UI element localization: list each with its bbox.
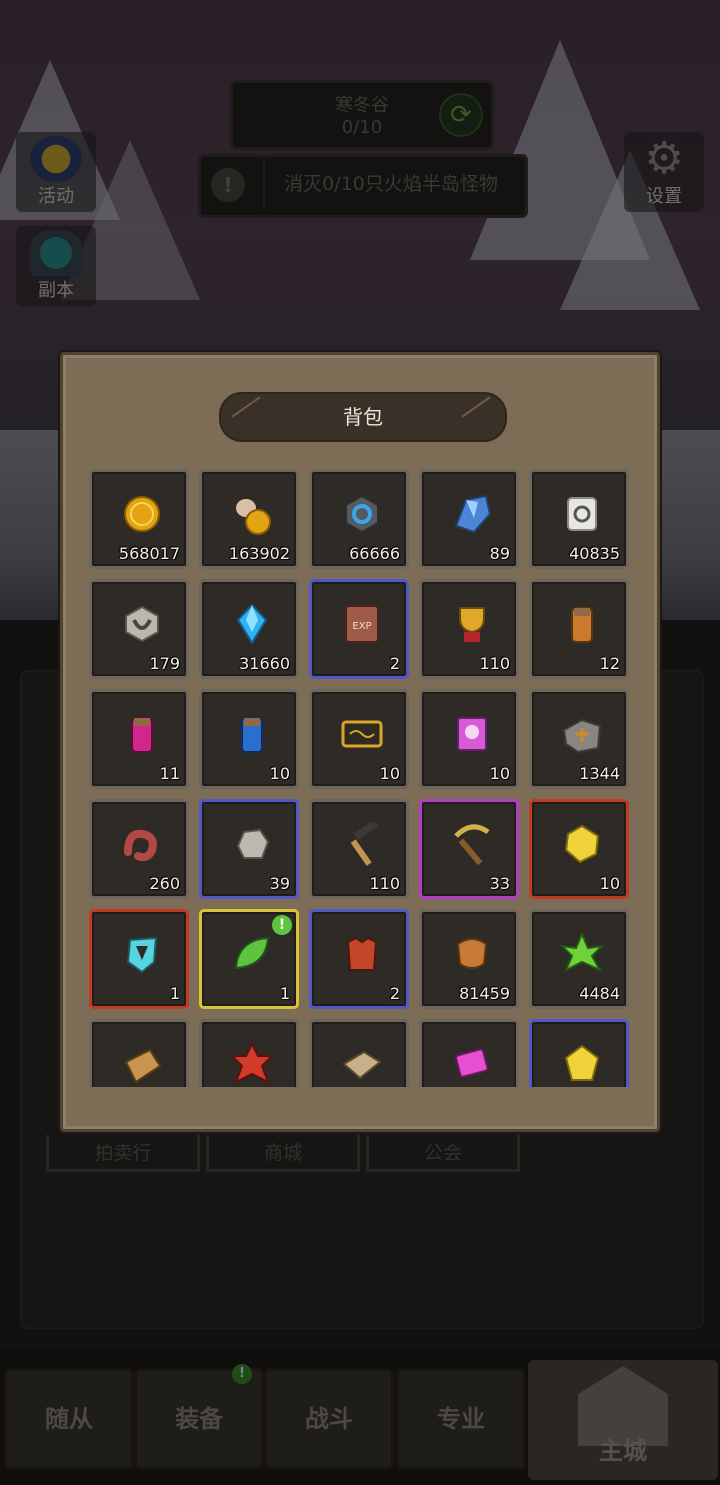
blue-gem-icon	[230, 602, 274, 646]
pickaxe-icon	[450, 822, 494, 866]
bag-slot-scroll[interactable]: 40835	[529, 469, 629, 569]
bag-slot-red-worm[interactable]: 260	[89, 799, 189, 899]
gold-nugget-icon	[560, 822, 604, 866]
coin-pouch-icon	[230, 492, 274, 536]
bag-slot-blue-gem[interactable]: 31660	[199, 579, 299, 679]
stone-rune-icon	[120, 602, 164, 646]
bag-slot-blue-potion[interactable]: 10	[199, 689, 299, 789]
blue-potion-icon	[230, 712, 274, 756]
grey-stone-icon	[230, 822, 274, 866]
orange-potion-icon	[560, 602, 604, 646]
item-count: 10	[489, 764, 510, 783]
exp-book-icon: EXP	[340, 602, 384, 646]
item-count: 2	[389, 654, 400, 673]
bag-slot-grey-stone[interactable]: 39	[199, 799, 299, 899]
yellow-crystal-icon	[560, 1042, 604, 1086]
bag-title: 背包	[343, 405, 383, 429]
item-count: 4484	[579, 984, 620, 1003]
gold-coin-icon	[120, 492, 164, 536]
bag-slot-red-armor[interactable]: 2	[309, 909, 409, 1009]
bag-slot-blue-rune-token[interactable]: 66666	[309, 469, 409, 569]
item-count: 1	[169, 984, 180, 1003]
leather-hide-icon	[450, 932, 494, 976]
item-count: 66666	[349, 544, 400, 563]
item-count: 110	[369, 874, 400, 893]
svg-text:EXP: EXP	[352, 621, 371, 632]
bag-panel: 背包 568017 163902 66666 89 40835 179 31660 EXP 2 1…	[60, 352, 660, 1132]
bag-slot-gold-nugget[interactable]: 10	[529, 799, 629, 899]
bag-slot-pickaxe[interactable]: 33	[419, 799, 519, 899]
bag-slot-wood-plank[interactable]	[89, 1019, 189, 1087]
item-count: 11	[159, 764, 180, 783]
cloth-scrap-icon	[340, 1042, 384, 1086]
bag-slot-hammer[interactable]: 110	[309, 799, 409, 899]
gold-ticket-icon	[340, 712, 384, 756]
red-armor-icon	[340, 932, 384, 976]
bag-slot-map-fragment[interactable]: 1344	[529, 689, 629, 789]
bag-slot-gold-coin[interactable]: 568017	[89, 469, 189, 569]
wood-plank-icon	[120, 1042, 164, 1086]
bag-slot-yellow-crystal[interactable]	[529, 1019, 629, 1087]
bag-slot-orange-potion[interactable]: 12	[529, 579, 629, 679]
item-count: 260	[149, 874, 180, 893]
item-count: 81459	[459, 984, 510, 1003]
item-count: 89	[489, 544, 510, 563]
item-count: 31660	[239, 654, 290, 673]
blue-rune-token-icon	[340, 492, 384, 536]
pink-potion-icon	[120, 712, 164, 756]
map-fragment-icon	[560, 712, 604, 756]
item-count: 10	[269, 764, 290, 783]
item-count: 12	[599, 654, 620, 673]
pink-card-icon	[450, 1042, 494, 1086]
bag-slot-blue-crystal-ore[interactable]: 89	[419, 469, 519, 569]
item-count: 10	[599, 874, 620, 893]
bag-slot-cloth-scrap[interactable]	[309, 1019, 409, 1087]
red-worm-icon	[120, 822, 164, 866]
item-count: 163902	[228, 544, 290, 563]
hammer-icon	[340, 819, 384, 866]
item-count: 40835	[569, 544, 620, 563]
bag-slot-green-leaf[interactable]: 1!	[199, 909, 299, 1009]
bag-slot-coin-pouch[interactable]: 163902	[199, 469, 299, 569]
cyan-shard-icon	[120, 932, 164, 976]
item-grid[interactable]: 568017 163902 66666 89 40835 179 31660 EXP 2 110 1…	[89, 469, 635, 1087]
red-flower-icon	[229, 1041, 275, 1086]
bag-slot-skull-ticket[interactable]: 10	[419, 689, 519, 789]
item-count: 39	[269, 874, 290, 893]
item-count: 2	[389, 984, 400, 1003]
item-count: 1	[279, 984, 290, 1003]
green-herb-icon	[559, 931, 605, 976]
item-count: 110	[479, 654, 510, 673]
bag-title-bar: 背包	[219, 392, 507, 442]
item-count: 10	[379, 764, 400, 783]
bag-slot-pink-potion[interactable]: 11	[89, 689, 189, 789]
skull-ticket-icon	[450, 712, 494, 756]
bag-slot-stone-rune[interactable]: 179	[89, 579, 189, 679]
blue-crystal-ore-icon	[450, 492, 494, 536]
bag-slot-pink-card[interactable]	[419, 1019, 519, 1087]
item-count: 1344	[579, 764, 620, 783]
scroll-icon	[560, 492, 604, 536]
bag-slot-leather-hide[interactable]: 81459	[419, 909, 519, 1009]
item-count: 33	[489, 874, 510, 893]
new-item-badge: !	[272, 915, 292, 935]
bag-slot-gold-ticket[interactable]: 10	[309, 689, 409, 789]
item-count: 179	[149, 654, 180, 673]
bag-slot-red-flower[interactable]	[199, 1019, 299, 1087]
item-count: 568017	[118, 544, 180, 563]
trophy-cup-icon	[450, 602, 494, 646]
bag-slot-trophy-cup[interactable]: 110	[419, 579, 519, 679]
green-leaf-icon	[230, 932, 274, 976]
bag-slot-cyan-shard[interactable]: 1	[89, 909, 189, 1009]
bag-slot-green-herb[interactable]: 4484	[529, 909, 629, 1009]
bag-slot-exp-book[interactable]: EXP 2	[309, 579, 409, 679]
